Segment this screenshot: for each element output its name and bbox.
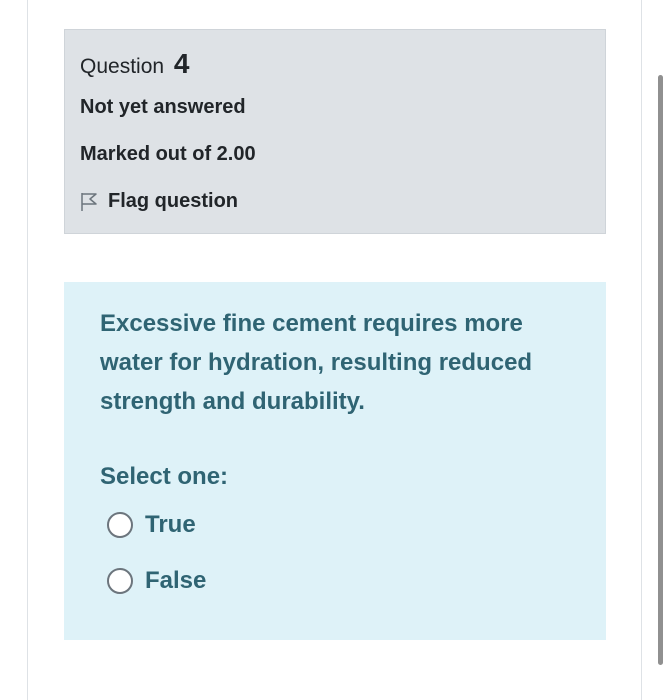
- answer-label-false: False: [145, 567, 207, 594]
- question-formulation: Excessive fine cement requires more wate…: [64, 282, 606, 640]
- flag-question-label: Flag question: [108, 190, 238, 212]
- question-heading: Question 4: [80, 48, 189, 80]
- question-number: 4: [173, 48, 190, 79]
- answer-option-false[interactable]: False: [107, 567, 206, 595]
- answer-prompt: Select one:: [100, 463, 229, 490]
- radio-false[interactable]: [107, 568, 133, 594]
- question-state: Not yet answered: [80, 96, 246, 118]
- question-text: Excessive fine cement requires more wate…: [100, 310, 533, 415]
- question-grade: Marked out of 2.00: [80, 143, 256, 165]
- answer-label-true: True: [145, 511, 196, 538]
- flag-question-link[interactable]: Flag question: [80, 190, 238, 213]
- scrollbar[interactable]: [658, 75, 663, 665]
- question-info-panel: Question 4 Not yet answered Marked out o…: [64, 29, 606, 234]
- answer-option-true[interactable]: True: [107, 511, 196, 539]
- radio-true[interactable]: [107, 512, 133, 538]
- flag-icon: [81, 192, 97, 211]
- question-label: Question: [80, 55, 165, 78]
